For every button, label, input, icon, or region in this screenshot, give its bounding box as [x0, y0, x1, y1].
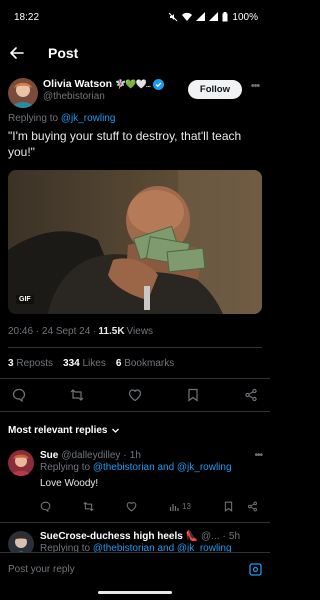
reply-views-count: 13 — [182, 502, 191, 511]
reply-time: 1h — [129, 450, 141, 461]
repost-icon[interactable] — [70, 388, 84, 402]
verified-badge-icon — [153, 78, 165, 90]
author-avatar[interactable] — [8, 78, 38, 108]
reply-author-name[interactable]: SueCrose-duchess high heels 👠 — [40, 531, 198, 542]
author-info: Olivia Watson 🧚🏻‍♀️💚🤍... @thebistorian — [43, 78, 188, 102]
views-label: Views — [126, 326, 154, 337]
reply-header: Sue @dalleydilley · 1h ••• — [40, 450, 263, 461]
top-nav: Post — [0, 34, 270, 72]
image-upload-icon[interactable] — [249, 563, 262, 576]
wifi-icon — [182, 12, 193, 21]
gif-image — [8, 170, 262, 314]
post-text: "I'm buying your stuff to destroy, that'… — [8, 129, 242, 159]
share-icon[interactable] — [247, 501, 258, 512]
reply-separator: · — [222, 531, 226, 542]
chevron-down-icon — [112, 428, 120, 433]
reply-body: Sue @dalleydilley · 1h ••• Replying to @… — [40, 450, 263, 512]
reply-item[interactable]: Sue @dalleydilley · 1h ••• Replying to @… — [0, 446, 270, 512]
replying-to-prefix: Replying to — [8, 113, 59, 124]
likes-count: 334 — [63, 358, 80, 369]
replies-sort-label: Most relevant replies — [8, 425, 108, 436]
replies-sort-dropdown[interactable]: Most relevant replies — [0, 412, 270, 446]
reply-author-handle[interactable]: @dalleydilley — [61, 450, 120, 461]
bookmark-icon[interactable] — [186, 388, 200, 402]
reposts-label: Reposts — [16, 358, 54, 369]
reply-replying-prefix: Replying to — [40, 462, 91, 473]
reply-more-icon[interactable]: ••• — [254, 450, 262, 461]
status-bar: 18:22 100% — [0, 0, 270, 34]
reply-replying-links[interactable]: @thebistorian and @jk_rowling — [93, 462, 232, 473]
mute-icon — [169, 12, 178, 22]
likes-stat[interactable]: 334 Likes — [63, 358, 106, 369]
author-emojis: 🧚🏻‍♀️💚🤍... — [115, 78, 151, 89]
reply-separator: · — [123, 450, 127, 461]
reply-header: SueCrose-duchess high heels 👠 @... · 5h — [40, 531, 262, 542]
repost-icon[interactable] — [83, 501, 94, 512]
replying-to-link[interactable]: @jk_rowling — [61, 113, 116, 124]
back-button[interactable] — [10, 44, 28, 62]
gif-badge: GIF — [16, 295, 34, 304]
post-header: Olivia Watson 🧚🏻‍♀️💚🤍... @thebistorian F… — [8, 78, 262, 108]
share-icon[interactable] — [244, 388, 258, 402]
follow-button[interactable]: Follow — [187, 80, 242, 99]
more-options-icon[interactable]: ••• — [248, 80, 262, 92]
battery-percent: 100% — [232, 11, 258, 23]
main-post: Olivia Watson 🧚🏻‍♀️💚🤍... @thebistorian F… — [0, 72, 270, 378]
reply-icon[interactable] — [40, 501, 51, 512]
reposts-stat[interactable]: 3 Reposts — [8, 358, 53, 369]
reply-replying-to: Replying to @thebistorian and @jk_rowlin… — [40, 462, 262, 473]
reply-right-actions — [223, 501, 258, 512]
post-timestamp: 20:46 · 24 Sept 24 · — [8, 326, 97, 337]
signal2-icon — [209, 12, 219, 21]
post-actions — [0, 378, 270, 412]
post-stats: 3 Reposts 334 Likes 6 Bookmarks — [8, 347, 262, 378]
reply-icon[interactable] — [12, 388, 26, 402]
bookmarks-stat[interactable]: 6 Bookmarks — [116, 358, 174, 369]
bookmarks-count: 6 — [115, 358, 122, 369]
reply-actions: 13 — [40, 501, 262, 512]
views-count: 11.5K — [98, 326, 125, 337]
reply-time: 5h — [228, 531, 241, 542]
author-name[interactable]: Olivia Watson — [43, 78, 112, 90]
reply-compose-bar[interactable]: Post your reply — [0, 552, 270, 586]
reposts-count: 3 — [8, 358, 14, 369]
reply-input[interactable]: Post your reply — [8, 564, 249, 575]
reply-avatar[interactable] — [8, 450, 34, 476]
likes-label: Likes — [82, 358, 106, 369]
status-time: 18:22 — [14, 11, 40, 23]
battery-icon — [222, 12, 228, 22]
arrow-left-icon — [10, 47, 24, 59]
author-handle[interactable]: @thebistorian — [43, 91, 188, 102]
reply-author-handle[interactable]: @... — [201, 531, 220, 542]
like-icon[interactable] — [128, 388, 142, 402]
page-title: Post — [48, 45, 79, 61]
reply-text: Love Woody! — [40, 478, 99, 489]
status-icons: 100% — [168, 12, 258, 23]
reply-author-name[interactable]: Sue — [40, 450, 58, 461]
signal-icon — [196, 12, 206, 21]
post-media-gif[interactable]: GIF — [8, 170, 262, 314]
bookmark-icon[interactable] — [223, 501, 234, 512]
post-meta: 20:46 · 24 Sept 24 · 11.5K Views — [8, 326, 262, 337]
reply-views[interactable]: 13 — [169, 502, 191, 512]
views-bar-chart-icon — [169, 503, 179, 511]
like-icon[interactable] — [126, 501, 137, 512]
replying-to: Replying to @jk_rowling — [8, 113, 262, 124]
home-indicator[interactable] — [98, 591, 172, 594]
bookmarks-label: Bookmarks — [124, 358, 175, 369]
